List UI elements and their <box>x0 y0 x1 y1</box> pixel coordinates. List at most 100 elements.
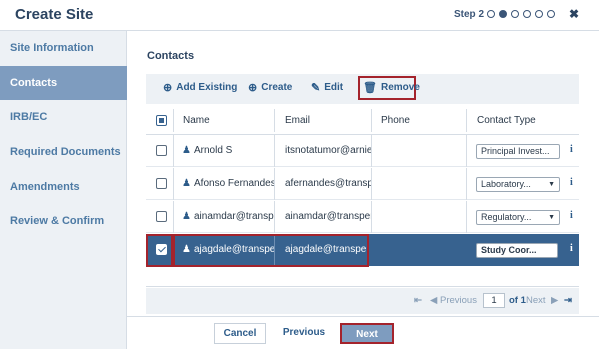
prev-page-icon[interactable]: ◀ <box>430 295 437 306</box>
contact-type-value: Principal Invest... <box>481 146 550 156</box>
contact-type-select[interactable]: Principal Invest... <box>476 144 560 159</box>
contacts-table: Name Email Phone Contact Type ♟ Arnold S… <box>146 106 579 287</box>
column-divider <box>466 109 467 132</box>
contact-name: Arnold S <box>194 145 233 156</box>
checkbox-highlight <box>146 234 173 267</box>
close-icon[interactable]: ✖ <box>569 7 579 21</box>
column-divider <box>274 109 275 132</box>
contact-phone <box>381 135 465 167</box>
column-divider <box>173 201 174 233</box>
edit-button[interactable]: ✎ Edit <box>311 81 343 94</box>
next-page-link[interactable]: Next <box>526 295 546 306</box>
section-title: Contacts <box>147 50 195 62</box>
contact-phone <box>381 234 465 266</box>
page-count: of 1 <box>509 295 526 306</box>
plus-circle-icon: ⊕ <box>248 82 258 94</box>
sidebar-item-review-confirm[interactable]: Review & Confirm <box>0 204 127 238</box>
plus-circle-icon: ⊕ <box>163 82 173 94</box>
info-icon[interactable]: i <box>570 243 579 255</box>
row-highlight <box>173 234 369 267</box>
sidebar-item-contacts[interactable]: Contacts <box>0 66 127 100</box>
step-dot-3 <box>511 10 519 18</box>
table-header: Name Email Phone Contact Type <box>146 106 579 135</box>
row-checkbox[interactable] <box>156 211 167 222</box>
column-divider <box>274 201 275 233</box>
contact-type-select[interactable]: Laboratory... ▼ <box>476 177 560 192</box>
contact-phone <box>381 201 465 233</box>
column-divider <box>173 135 174 167</box>
info-icon[interactable]: i <box>570 177 579 189</box>
info-icon[interactable]: i <box>570 210 579 222</box>
create-button[interactable]: ⊕ Create <box>248 81 292 94</box>
next-page-icon[interactable]: ▶ <box>551 295 558 306</box>
table-row[interactable]: ♟ Afonso Fernandes afernandes@transperfe… <box>146 168 579 200</box>
chevron-down-icon: ▼ <box>548 214 555 221</box>
column-divider <box>371 168 372 200</box>
chevron-down-icon: ▼ <box>548 181 555 188</box>
cancel-button[interactable]: Cancel <box>214 323 266 344</box>
table-row[interactable]: ♟ Arnold S itsnotatumor@arnie.com Princi… <box>146 135 579 167</box>
column-divider <box>371 135 372 167</box>
sidebar-item-irb-ec[interactable]: IRB/EC <box>0 100 127 134</box>
table-row[interactable]: ♟ ainamdar@transperfect.com ainamdar@tra… <box>146 201 579 233</box>
column-divider <box>274 168 275 200</box>
column-header-contact-type[interactable]: Contact Type <box>477 106 536 135</box>
step-dot-1 <box>487 10 495 18</box>
contact-email: itsnotatumor@arnie.com <box>285 145 371 156</box>
trash-icon: 🗑 <box>363 82 377 94</box>
contact-type-select[interactable]: Study Coor... <box>476 243 558 258</box>
contact-email: afernandes@transperfect.com <box>285 178 371 189</box>
column-divider <box>466 135 467 167</box>
page-title: Create Site <box>15 6 94 23</box>
column-divider <box>371 201 372 233</box>
add-existing-label: Add Existing <box>176 82 238 93</box>
toolbar: ⊕ Add Existing ⊕ Create ✎ Edit 🗑 Remove <box>146 74 579 104</box>
column-divider <box>466 201 467 233</box>
create-label: Create <box>261 82 293 93</box>
header-bar: Create Site Step 2 ✖ <box>0 0 599 31</box>
previous-button[interactable]: Previous <box>277 323 331 344</box>
step-label: Step 2 <box>454 9 485 20</box>
add-existing-button[interactable]: ⊕ Add Existing <box>163 81 237 94</box>
contact-type-select[interactable]: Regulatory... ▼ <box>476 210 560 225</box>
next-button[interactable]: Next <box>340 323 394 344</box>
column-header-phone[interactable]: Phone <box>381 106 410 135</box>
person-icon: ♟ <box>182 211 191 222</box>
step-dot-6 <box>547 10 555 18</box>
step-dot-4 <box>523 10 531 18</box>
contact-type-value: Laboratory... <box>481 179 531 189</box>
pencil-icon: ✎ <box>311 82 321 94</box>
person-icon: ♟ <box>182 178 191 189</box>
column-header-name[interactable]: Name <box>183 106 210 135</box>
remove-label: Remove <box>380 82 420 93</box>
footer-bar: Cancel Previous Next <box>127 316 599 349</box>
table-row-selected[interactable]: ♟ ajagdale@transperfect.com ajagdale@tra… <box>146 234 579 267</box>
column-divider <box>173 168 174 200</box>
step-indicator <box>487 10 555 18</box>
column-divider <box>466 168 467 200</box>
contact-type-value: Study Coor... <box>481 245 537 255</box>
row-checkbox[interactable] <box>156 145 167 156</box>
info-icon[interactable]: i <box>570 144 579 156</box>
first-page-icon[interactable]: ⇤ <box>414 295 422 306</box>
sidebar-item-required-documents[interactable]: Required Documents <box>0 135 127 169</box>
contact-name: ainamdar@transperfect.com <box>194 211 274 222</box>
sidebar-item-amendments[interactable]: Amendments <box>0 170 127 204</box>
step-dot-5 <box>535 10 543 18</box>
select-all-checkbox[interactable] <box>156 115 167 126</box>
row-checkbox[interactable] <box>156 178 167 189</box>
pagination: ⇤ ◀ Previous of 1 Next ▶ ⇥ <box>146 288 579 314</box>
contact-name: Afonso Fernandes <box>194 178 274 189</box>
remove-button[interactable]: 🗑 Remove <box>363 81 420 94</box>
sidebar-item-site-information[interactable]: Site Information <box>0 31 127 65</box>
step-dot-2 <box>499 10 507 18</box>
page-number-input[interactable] <box>483 293 505 308</box>
contact-phone <box>381 168 465 200</box>
column-divider <box>274 135 275 167</box>
column-divider <box>371 109 372 132</box>
column-header-email[interactable]: Email <box>285 106 310 135</box>
last-page-icon[interactable]: ⇥ <box>564 295 572 306</box>
column-divider <box>173 109 174 132</box>
contact-email: ainamdar@transperfect.com <box>285 211 371 222</box>
previous-page-link[interactable]: Previous <box>440 295 477 306</box>
